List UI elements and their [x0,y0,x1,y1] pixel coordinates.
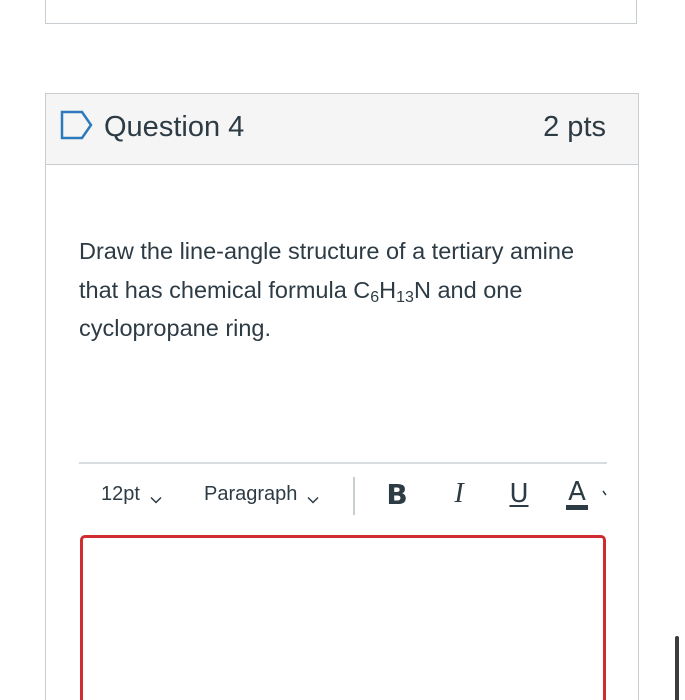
block-format-dropdown[interactable]: Paragraph [204,483,319,506]
italic-button[interactable]: I [442,474,476,514]
font-size-value: 12pt [101,483,140,505]
underline-icon: U [509,479,529,509]
formula-subscript-carbon: 6 [370,288,380,306]
chevron-down-icon [307,489,319,504]
toolbar-separator [353,477,355,515]
text-color-button[interactable]: A [560,474,594,514]
question-points: 2 pts [543,111,606,143]
question-title: Question 4 [104,111,245,143]
italic-icon: I [454,478,464,509]
bookmark-flag-icon[interactable] [60,110,94,140]
question-header: Question 4 2 pts [46,94,638,165]
chevron-down-icon [150,489,162,504]
chevron-down-icon[interactable] [602,486,610,498]
formula-subscript-hydrogen: 13 [396,288,414,306]
bold-button[interactable]: B [380,474,414,514]
question-text-part-2: H [379,276,397,303]
text-color-icon: A [566,479,588,510]
toolbar-divider [79,462,607,464]
scrollbar[interactable] [675,636,679,700]
bold-icon: B [386,477,408,511]
quiz-page: Question 4 2 pts Draw the line-angle str… [0,0,685,700]
font-size-dropdown[interactable]: 12pt [101,483,162,506]
question-card: Question 4 2 pts Draw the line-angle str… [45,93,639,700]
rich-text-editor[interactable] [80,535,606,700]
block-format-value: Paragraph [204,483,298,505]
previous-question-card [45,0,637,24]
underline-button[interactable]: U [502,474,536,514]
question-text: Draw the line-angle structure of a terti… [79,232,599,348]
